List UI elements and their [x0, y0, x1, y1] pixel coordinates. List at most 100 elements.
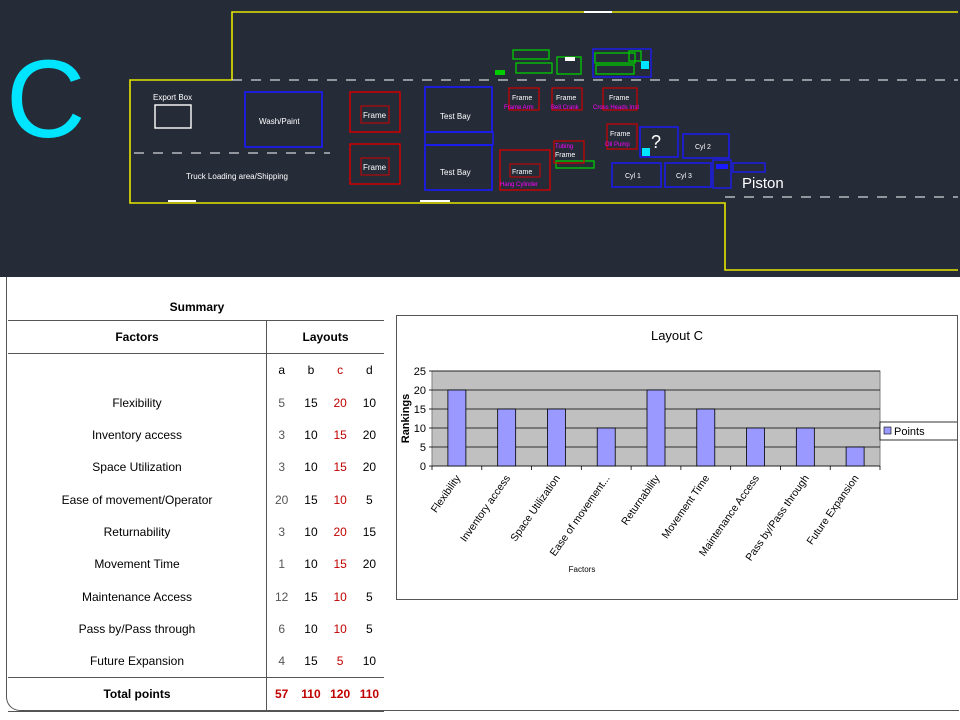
- total-d: 110: [354, 677, 384, 712]
- cyl1-label: Cyl 1: [625, 173, 641, 180]
- x-tick-label: Flexibility: [429, 472, 464, 515]
- wash-paint-label: Wash/Paint: [259, 117, 300, 126]
- bar-6: [696, 408, 716, 467]
- test-bay-label-2: Test Bay: [440, 168, 471, 177]
- bar-2: [497, 408, 517, 467]
- score-cell-b: 10: [304, 621, 318, 636]
- cyl2-label: Cyl 2: [695, 144, 711, 151]
- svg-text:Frame: Frame: [556, 95, 576, 102]
- factor-name-cell: Movement Time: [8, 548, 267, 581]
- total-a: 57: [266, 677, 297, 712]
- layout-letter-a: a: [278, 363, 286, 378]
- layout-c-chart: Layout C 0 5 10 15 20 25 Rankings Flexibility Inv…: [396, 315, 958, 600]
- score-cell-a: 3: [278, 428, 286, 443]
- x-tick-label: Movement Time: [660, 473, 713, 541]
- score-cell-d: 15: [362, 524, 377, 539]
- score-cell-b: 10: [304, 428, 318, 443]
- score-cell-c: 5: [336, 654, 344, 669]
- y-tick-label: 0: [420, 461, 426, 473]
- x-tick-label: Inventory access: [458, 473, 513, 544]
- table-row: Future Expansion 4 15 5 10: [8, 644, 384, 678]
- total-row: Total points 57 110 120 110: [8, 677, 384, 712]
- truck-loading-label: Truck Loading area/Shipping: [186, 172, 288, 181]
- oil-pump-label: Oil Pump: [605, 142, 630, 148]
- score-cell-d: 10: [362, 654, 377, 669]
- cyl3-label: Cyl 3: [676, 173, 692, 180]
- layout-letter: C: [6, 38, 85, 161]
- legend-swatch: [883, 426, 892, 435]
- table-row: Pass by/Pass through 6 10 10 5: [8, 612, 384, 645]
- test-bay-1: [424, 86, 493, 133]
- factor-name-cell: Future Expansion: [8, 644, 267, 678]
- score-cell-a: 3: [278, 460, 286, 475]
- total-b: 110: [296, 677, 326, 712]
- score-cell-a: 20: [274, 492, 289, 507]
- score-cell-b: 15: [304, 395, 318, 410]
- score-cell-a: 12: [274, 589, 289, 604]
- bar-9: [845, 446, 865, 467]
- hang-cylinder-label: Hang Cylinder: [500, 182, 538, 188]
- piston-label: Piston: [742, 175, 784, 192]
- layout-letter-d: d: [366, 363, 373, 378]
- score-cell-a: 5: [278, 395, 286, 410]
- score-cell-b: 15: [304, 492, 318, 507]
- svg-text:Frame: Frame: [512, 169, 532, 176]
- cross-heads-label: Cross Heads Inst: [593, 105, 639, 111]
- y-tick-label: 5: [420, 442, 426, 454]
- score-cell-d: 5: [366, 589, 373, 604]
- test-bay-label-1: Test Bay: [440, 112, 471, 121]
- svg-text:Frame: Frame: [609, 95, 629, 102]
- score-cell-c: 20: [333, 524, 347, 539]
- frame-arm-label: Frame Arm: [504, 105, 534, 111]
- bar-8: [795, 427, 815, 467]
- score-cell-a: 3: [278, 524, 286, 539]
- bar-5: [646, 389, 666, 467]
- score-cell-b: 10: [304, 524, 318, 539]
- table-row: Movement Time 1 10 15 20: [8, 548, 384, 581]
- bar-1: [447, 389, 467, 467]
- table-row: Inventory access 3 10 15 20: [8, 418, 384, 452]
- frame-label-2: Frame: [363, 163, 387, 172]
- score-cell-c: 15: [333, 460, 347, 475]
- y-axis-label: Rankings: [400, 394, 412, 444]
- factor-name-cell: Inventory access: [8, 418, 267, 452]
- export-box: [154, 104, 192, 129]
- score-cell-a: 6: [278, 621, 286, 636]
- x-tick-label: Returnability: [619, 472, 663, 527]
- score-cell-d: 20: [362, 557, 377, 572]
- table-row: Returnability 3 10 20 15: [8, 515, 384, 549]
- table-header-row: Factors Layouts: [8, 319, 384, 355]
- score-cell-a: 4: [278, 654, 286, 669]
- score-cell-c: 15: [333, 557, 347, 572]
- score-cell-c: 10: [333, 621, 347, 636]
- score-cell-b: 15: [304, 654, 318, 669]
- layout-letter-b: b: [307, 363, 315, 378]
- score-cell-c: 10: [333, 589, 347, 604]
- score-cell-d: 20: [362, 460, 377, 475]
- summary-title: Summary: [169, 300, 225, 314]
- building-boundary: [129, 11, 958, 271]
- factor-name-cell: Returnability: [8, 515, 267, 549]
- legend-label: Points: [894, 426, 925, 438]
- factor-name-cell: Maintenance Access: [8, 580, 267, 613]
- layout-letter-c: c: [337, 363, 344, 378]
- score-cell-a: 1: [278, 557, 286, 572]
- bar-3: [547, 408, 566, 467]
- table-row: Flexibility 5 15 20 10: [8, 386, 384, 419]
- bell-crank-label: Bell Crank: [551, 105, 580, 111]
- chart-canvas: Layout C 0 5 10 15 20 25 Rankings FlexibilityInv…: [400, 328, 957, 574]
- score-cell-d: 5: [366, 492, 373, 507]
- score-cell-d: 5: [366, 621, 373, 636]
- svg-text:Frame: Frame: [555, 152, 575, 159]
- y-tick-label: 20: [414, 385, 426, 397]
- score-cell-b: 10: [304, 557, 318, 572]
- total-label: Total points: [8, 677, 267, 712]
- score-cell-d: 10: [362, 395, 377, 410]
- table-row: Maintenance Access 12 15 10 5: [8, 580, 384, 613]
- tubing-label: Tubing: [555, 144, 573, 150]
- y-tick-label: 10: [414, 423, 426, 435]
- y-tick-label: 25: [414, 366, 426, 378]
- factor-name-cell: Pass by/Pass through: [8, 612, 267, 645]
- y-tick-label: 15: [414, 404, 426, 416]
- export-box-label: Export Box: [153, 93, 192, 102]
